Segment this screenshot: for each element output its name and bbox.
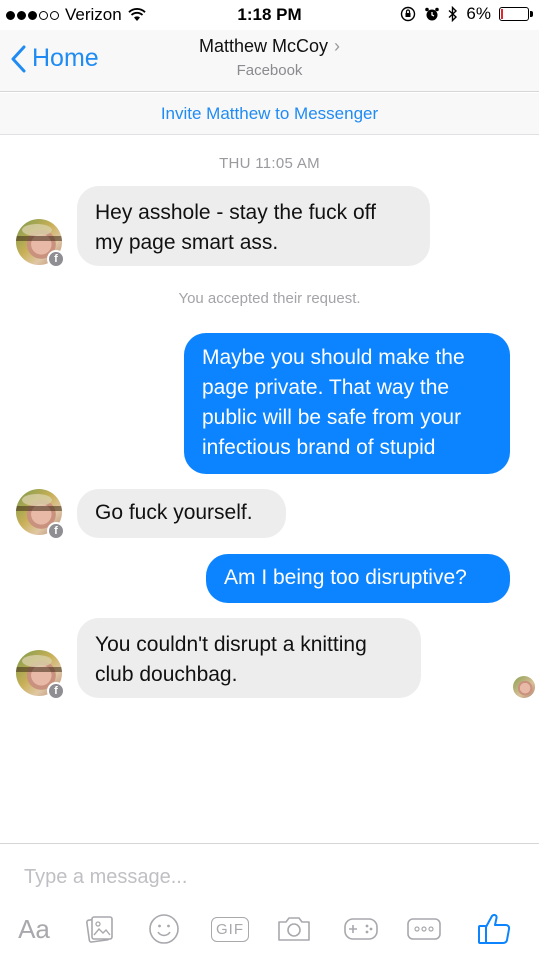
message-line: club douchbag. — [95, 663, 238, 686]
contact-name: Matthew McCoy — [198, 36, 329, 56]
message-bubble-outgoing[interactable]: Am I being too disruptive? — [206, 554, 510, 603]
message-line: Hey asshole - stay the fuck off — [95, 201, 376, 224]
composer-toolbar: Aa GIF — [0, 904, 539, 954]
message-bubble-incoming[interactable]: Go fuck yourself. — [77, 489, 286, 538]
message-line: Am I being too disruptive? — [224, 566, 467, 589]
chevron-right-icon: › — [334, 36, 341, 56]
gif-icon: GIF — [211, 916, 249, 942]
message-line: infectious brand of stupid — [202, 436, 436, 459]
emoji-icon — [149, 914, 179, 944]
aa-label: Aa — [18, 913, 50, 944]
camera-button[interactable] — [275, 912, 313, 946]
like-icon — [478, 913, 511, 944]
bluetooth-icon — [448, 6, 458, 22]
facebook-badge-icon: f — [47, 250, 65, 268]
gif-label: GIF — [216, 920, 244, 938]
facebook-badge-icon: f — [47, 522, 65, 540]
conversation-header: Home Matthew McCoy › Facebook — [0, 30, 539, 92]
message-line: Maybe you should make the — [202, 346, 465, 369]
battery-percent: 6% — [466, 4, 491, 23]
gif-button[interactable]: GIF — [211, 912, 249, 946]
emoji-button[interactable] — [146, 912, 182, 946]
message-line: Go fuck yourself. — [95, 501, 253, 524]
more-icon — [407, 918, 441, 940]
message-line: page private. That way the — [202, 376, 450, 399]
like-button[interactable] — [474, 912, 514, 946]
text-format-button[interactable]: Aa — [14, 912, 54, 946]
message-line: You couldn't disrupt a knitting — [95, 633, 367, 656]
contact-subtitle: Facebook — [236, 62, 303, 79]
photo-icon — [86, 916, 113, 943]
status-bar: Verizon 1:18 PM 6% — [0, 0, 539, 30]
more-button[interactable] — [405, 912, 443, 946]
lock-rotation-icon — [401, 6, 416, 22]
facebook-badge-icon: f — [47, 682, 65, 700]
invite-banner[interactable]: Invite Matthew to Messenger — [0, 93, 539, 135]
message-bubble-incoming[interactable]: Hey asshole - stay the fuck off my page … — [77, 186, 430, 266]
status-right: 6% — [400, 4, 533, 24]
message-bubble-incoming[interactable]: You couldn't disrupt a knitting club dou… — [77, 618, 421, 698]
message-bubble-outgoing[interactable]: Maybe you should make the page private. … — [184, 333, 510, 474]
conversation-timestamp: THU 11:05 AM — [219, 155, 320, 172]
alarm-icon — [425, 7, 440, 21]
camera-icon — [278, 917, 310, 941]
games-button[interactable] — [341, 912, 381, 946]
message-input[interactable]: Type a message... — [24, 866, 187, 889]
system-message: You accepted their request. — [178, 290, 361, 307]
message-composer: Type a message... Aa GIF — [0, 843, 539, 960]
game-controller-icon — [344, 918, 378, 940]
contact-title[interactable]: Matthew McCoy › Facebook — [0, 36, 539, 79]
battery-icon — [499, 7, 533, 21]
read-receipt-avatar — [513, 676, 535, 698]
message-line: public will be safe from your — [202, 406, 462, 429]
photo-button[interactable] — [83, 912, 117, 946]
message-line: my page smart ass. — [95, 231, 279, 254]
